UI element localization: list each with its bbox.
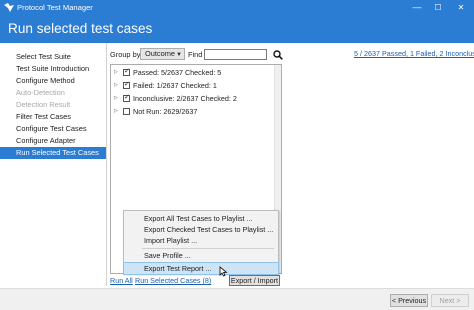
export-import-menu: Export All Test Cases to Playlist ... Ex… (123, 210, 279, 275)
tree-node-label: Inconclusive: 2/2637 Checked: 2 (133, 94, 237, 103)
run-all-link[interactable]: Run All (110, 276, 133, 285)
page-title: Run selected test cases (8, 21, 153, 36)
checkmark-icon: ✓ (124, 68, 130, 75)
checkmark-icon: ✓ (124, 81, 130, 88)
sidebar-item-configure-test-cases[interactable]: Configure Test Cases (0, 123, 106, 135)
page-header: Run selected test cases (0, 15, 474, 43)
toolbar: Group by Outcome ▼ Find (110, 48, 350, 62)
tree-node-label: Failed: 1/2637 Checked: 1 (133, 81, 217, 90)
wizard-footer: < Previous Next > (0, 288, 474, 310)
menu-item-export-checked-playlist[interactable]: Export Checked Test Cases to Playlist ..… (124, 224, 278, 235)
export-import-button[interactable]: Export / Import (229, 275, 280, 286)
chevron-down-icon: ▼ (176, 52, 182, 58)
group-by-select[interactable]: Outcome ▼ (140, 48, 185, 60)
results-summary-link[interactable]: 5 / 2637 Passed, 1 Failed, 2 Inconclusiv… (354, 49, 474, 58)
close-button[interactable]: ✕ (450, 0, 472, 15)
sidebar-item-configure-adapter[interactable]: Configure Adapter (0, 135, 106, 147)
app-logo-icon (4, 3, 14, 12)
group-by-label: Group by (110, 50, 141, 59)
menu-item-save-profile[interactable]: Save Profile ... (124, 250, 278, 261)
group-by-value: Outcome (145, 49, 175, 58)
checkbox[interactable]: ✓ (123, 94, 130, 102)
find-label: Find (188, 50, 203, 59)
checkbox[interactable]: ✓ (123, 68, 130, 76)
run-selected-link[interactable]: Run Selected Cases (8) (135, 276, 211, 285)
expand-arrow-icon[interactable]: ▷ (114, 106, 121, 117)
checkbox[interactable]: ✓ (123, 81, 130, 89)
menu-item-export-all-playlist[interactable]: Export All Test Cases to Playlist ... (124, 213, 278, 224)
sidebar: Select Test Suite Test Suite Introductio… (0, 43, 107, 286)
menu-item-export-test-report[interactable]: Export Test Report ... (123, 262, 279, 275)
search-icon[interactable] (272, 48, 284, 61)
expand-arrow-icon[interactable]: ▷ (114, 93, 121, 104)
sidebar-item-run-selected-test-cases[interactable]: Run Selected Test Cases (0, 147, 106, 159)
sidebar-item-filter-test-cases[interactable]: Filter Test Cases (0, 111, 106, 123)
checkmark-icon: ✓ (124, 94, 130, 101)
sidebar-item-configure-method[interactable]: Configure Method (0, 75, 106, 87)
sidebar-item-auto-detection: Auto-Detection (16, 88, 65, 97)
expand-arrow-icon[interactable]: ▷ (114, 67, 121, 78)
title-bar: Protocol Test Manager — ☐ ✕ (0, 0, 474, 15)
sidebar-item-select-test-suite[interactable]: Select Test Suite (0, 51, 106, 63)
sidebar-item-detection-result: Detection Result (16, 100, 71, 109)
maximize-button[interactable]: ☐ (427, 0, 449, 15)
previous-button[interactable]: < Previous (390, 294, 428, 307)
checkbox[interactable] (123, 108, 130, 115)
menu-item-import-playlist[interactable]: Import Playlist ... (124, 235, 278, 246)
tree-node-label: Passed: 5/2637 Checked: 5 (133, 68, 222, 77)
expand-arrow-icon[interactable]: ▷ (114, 80, 121, 91)
minimize-button[interactable]: — (406, 0, 428, 15)
mouse-cursor-icon (219, 266, 228, 277)
window-title: Protocol Test Manager (17, 3, 93, 12)
menu-separator (142, 248, 274, 249)
find-input[interactable] (204, 49, 267, 60)
tree-node-label: Not Run: 2629/2637 (133, 107, 198, 116)
next-button: Next > (431, 294, 469, 307)
sidebar-item-test-suite-introduction[interactable]: Test Suite Introduction (0, 63, 106, 75)
